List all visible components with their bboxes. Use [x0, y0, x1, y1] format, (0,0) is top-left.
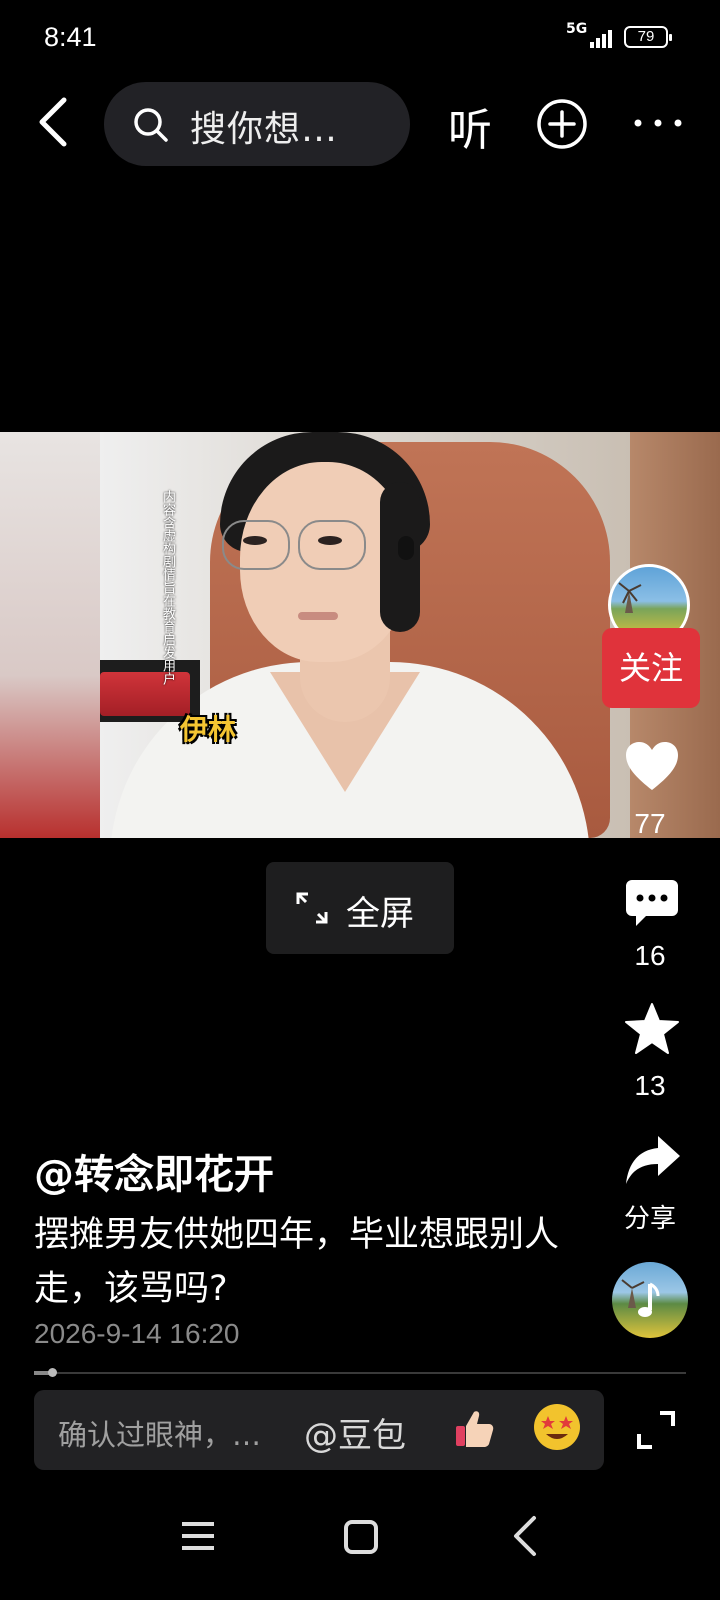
network-type: 5G	[566, 21, 588, 37]
plus-circle-icon	[537, 99, 587, 149]
recent-apps-button[interactable]	[180, 1518, 216, 1554]
share-arrow-icon	[626, 1136, 680, 1184]
create-button[interactable]	[536, 98, 588, 150]
music-note-icon	[621, 1279, 660, 1317]
comment-button[interactable]	[624, 878, 680, 934]
listen-button[interactable]: 听	[448, 94, 492, 158]
expand-button[interactable]	[636, 1410, 676, 1450]
heart-icon	[626, 742, 678, 790]
back-button[interactable]	[30, 92, 80, 152]
mention-doubao[interactable]: @豆包	[304, 1408, 406, 1457]
music-disc[interactable]	[612, 1262, 688, 1338]
search-placeholder: 搜你想…	[190, 109, 339, 150]
chevron-left-icon	[514, 1516, 536, 1556]
author-name[interactable]: @转念即花开	[34, 1142, 274, 1200]
expand-icon	[637, 1411, 675, 1449]
search-icon	[134, 108, 168, 142]
glasses-lens	[298, 520, 366, 570]
favorite-count: 13	[634, 1070, 666, 1101]
star-eyes-icon	[541, 1416, 573, 1439]
battery-level: 79	[637, 28, 655, 45]
comment-icon	[626, 880, 678, 926]
comment-count: 16	[634, 940, 666, 971]
signal-icon	[590, 28, 614, 48]
fullscreen-button[interactable]: 全屏	[266, 862, 454, 954]
thumbs-up-icon[interactable]	[452, 1406, 496, 1460]
post-date: 2026-9-14 16:20	[34, 1318, 240, 1349]
video-progress-bar[interactable]	[34, 1368, 686, 1377]
search-box[interactable]: 搜你想…	[104, 82, 410, 166]
share-button[interactable]	[624, 1134, 682, 1190]
like-count: 77	[634, 808, 666, 839]
earbud	[398, 536, 414, 560]
battery-icon: 79	[624, 26, 672, 48]
menu-lines-icon	[182, 1522, 214, 1550]
comment-placeholder: 确认过眼神，…	[58, 1418, 262, 1452]
star-eyes-emoji-icon[interactable]	[534, 1404, 580, 1450]
progress-handle[interactable]	[48, 1368, 57, 1377]
like-button[interactable]	[624, 740, 680, 796]
follow-button[interactable]: 关注	[602, 628, 700, 708]
video-disclaimer: 内容含虚构剧情旨在教育启发用户	[160, 490, 175, 685]
video-name-tag: 伊林	[180, 713, 237, 746]
chevron-left-icon	[39, 97, 67, 147]
fullscreen-label: 全屏	[346, 894, 414, 934]
system-back-button[interactable]	[510, 1514, 540, 1558]
mouth	[298, 612, 338, 620]
post-title: 摆摊男友供她四年，毕业想跟别人走，该骂吗?	[34, 1215, 560, 1309]
favorite-button[interactable]	[624, 1002, 680, 1060]
more-dots-icon	[634, 119, 682, 127]
home-button[interactable]	[344, 1520, 378, 1554]
share-label: 分享	[623, 1204, 676, 1234]
thumbs-up-emoji	[456, 1411, 494, 1447]
status-time: 8:41	[44, 22, 97, 52]
star-icon	[625, 1003, 679, 1054]
comment-input[interactable]: 确认过眼神，… @豆包	[34, 1390, 604, 1470]
more-button[interactable]	[628, 108, 688, 138]
glasses-lens	[222, 520, 290, 570]
expand-arrows-icon	[296, 892, 328, 924]
video-background	[0, 432, 100, 838]
